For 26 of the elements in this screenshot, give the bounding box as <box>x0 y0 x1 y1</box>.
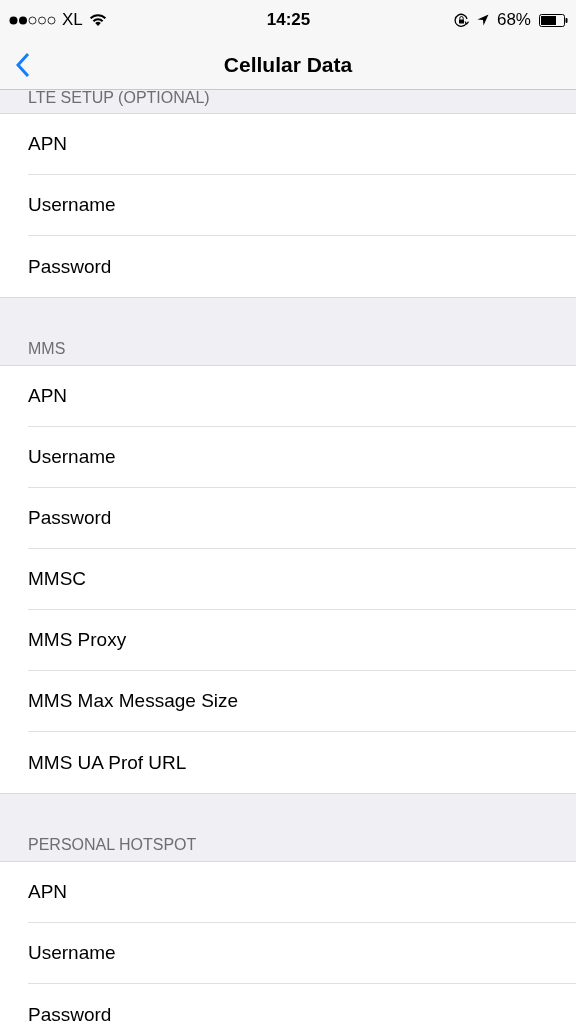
location-arrow-icon <box>476 14 489 26</box>
settings-row[interactable]: MMS UA Prof URL <box>28 732 576 793</box>
screen-title: Cellular Data <box>223 52 353 77</box>
rotation-lock-icon <box>453 12 469 28</box>
settings-row[interactable]: Username <box>28 427 576 488</box>
settings-row[interactable]: Password <box>28 488 576 549</box>
section-header: MMS <box>28 340 66 358</box>
settings-row[interactable]: Password <box>28 984 576 1024</box>
settings-row[interactable]: APN <box>28 862 576 923</box>
settings-row[interactable]: Password <box>28 236 576 297</box>
settings-row[interactable]: APN <box>28 114 576 175</box>
settings-row[interactable]: Username <box>28 923 576 984</box>
back-chevron-icon <box>16 52 30 78</box>
settings-row[interactable]: MMS Proxy <box>28 610 576 671</box>
settings-row[interactable]: MMS Max Message Size <box>28 671 576 732</box>
battery-percent: 68% <box>496 10 531 30</box>
signal-icon <box>9 15 56 25</box>
section-header: LTE SETUP (OPTIONAL) <box>28 89 210 107</box>
settings-row[interactable]: APN <box>28 366 576 427</box>
settings-row[interactable]: Username <box>28 175 576 236</box>
wifi-icon <box>88 13 107 27</box>
settings-row[interactable]: MMSC <box>28 549 576 610</box>
battery-icon <box>539 13 568 27</box>
status-time: 14:25 <box>266 10 311 30</box>
carrier-name: XL <box>62 10 83 30</box>
section-header: PERSONAL HOTSPOT <box>28 836 197 854</box>
